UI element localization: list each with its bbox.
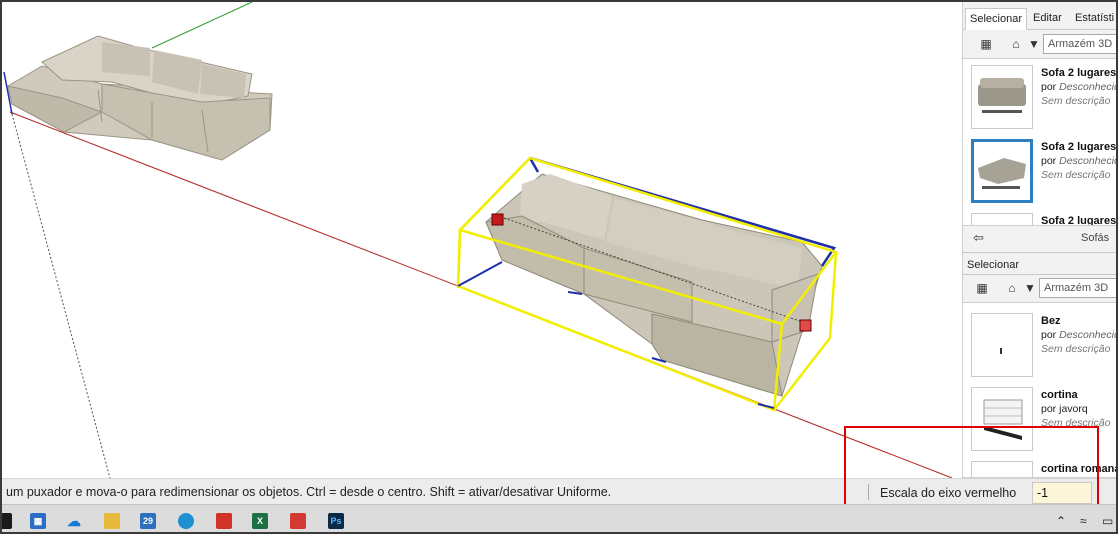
photoshop-icon[interactable]: Ps [328,513,344,529]
item-author: por Desconhecid [1041,329,1118,341]
item-title: Sofa 2 lugares [1041,141,1117,153]
item-title: Sofa 2 lugares [1041,215,1117,226]
battery-icon[interactable]: ▭ [1102,514,1113,528]
tab-selecionar[interactable]: Selecionar [965,8,1027,30]
item-title: Bez [1041,315,1061,327]
excel-icon[interactable]: X [252,513,268,529]
list-item[interactable]: Sofa 2 lugares [967,211,1117,226]
item-author: por Desconhecid [1041,155,1118,167]
sofa-left-model [7,35,273,161]
item-description: Sem descrição [1041,169,1111,181]
back-arrow-icon[interactable]: ⇦ [973,230,984,246]
divider [963,252,1116,253]
component-thumbnail [971,65,1033,129]
category-label: Sofás [1081,232,1110,244]
status-hint-text: um puxador e mova-o para redimensionar o… [6,485,612,499]
sketchup-window: Selecionar Editar Estatísti ▦ ⌂ ▼ Armazé… [0,0,1118,534]
item-title: Sofa 2 lugares [1041,67,1117,79]
component-list-top: Sofa 2 lugares por Desconhecid Sem descr… [963,58,1118,226]
wifi-icon[interactable]: ≈ [1080,514,1087,528]
dropdown-arrow-icon[interactable]: ▼ [1025,35,1043,53]
onedrive-icon[interactable]: ☁ [66,513,82,529]
search-input[interactable]: Armazém 3D [1043,34,1116,54]
scale-grip-handle-active [799,319,812,332]
view-options-icon[interactable]: ▦ [973,279,991,297]
chevron-up-icon[interactable]: ⌃ [1056,514,1066,528]
tray-tabs: Selecionar Editar Estatísti [963,8,1116,30]
store-icon[interactable]: ▦ [30,513,46,529]
search-input[interactable]: Armazém 3D [1039,278,1116,298]
tab-estatisticas[interactable]: Estatísti [1071,8,1116,30]
list-item-selected[interactable]: Sofa 2 lugares por Desconhecid Sem descr… [967,137,1118,207]
list-item[interactable]: Bez por Desconhecid Sem descrição [967,311,1118,381]
windows-taskbar: ▦ ☁ 29 X Ps ⌃ ≈ ▭ [2,504,1116,532]
component-thumbnail [971,213,1033,225]
component-thumbnail [971,139,1033,203]
home-icon[interactable]: ⌂ [1003,279,1021,297]
view-options-icon[interactable]: ▦ [977,35,995,53]
status-bar: um puxador e mova-o para redimensionar o… [2,478,962,504]
calendar-icon[interactable]: 29 [140,513,156,529]
list-item[interactable]: Sofa 2 lugares por Desconhecid Sem descr… [967,63,1118,133]
divider [963,274,1116,275]
component-thumbnail [971,313,1033,377]
item-description: Sem descrição [1041,95,1111,107]
sketchup-icon[interactable] [290,513,306,529]
home-icon[interactable]: ⌂ [1007,35,1025,53]
item-title: cortina [1041,389,1078,401]
item-author: por javorq [1041,403,1088,415]
file-explorer-icon[interactable] [2,513,12,529]
scale-grip-handle [491,213,504,226]
model-viewport[interactable] [2,2,962,478]
acrobat-icon[interactable] [216,513,232,529]
category-nav-row: ⇦ Sofás [963,226,1116,250]
edge-icon[interactable] [178,513,194,529]
green-axis-dotted [11,113,111,478]
item-author: por Desconhecid [1041,81,1118,93]
section-label[interactable]: Selecionar [967,259,1019,271]
item-description: Sem descrição [1041,343,1111,355]
dropdown-arrow-icon[interactable]: ▼ [1021,279,1039,297]
components-toolbar-bottom: ▦ ⌂ ▼ Armazém 3D [963,276,1116,300]
components-toolbar-top: ▦ ⌂ ▼ Armazém 3D [963,32,1116,56]
green-axis [151,2,253,49]
tab-editar[interactable]: Editar [1029,8,1066,30]
folder-icon[interactable] [104,513,120,529]
